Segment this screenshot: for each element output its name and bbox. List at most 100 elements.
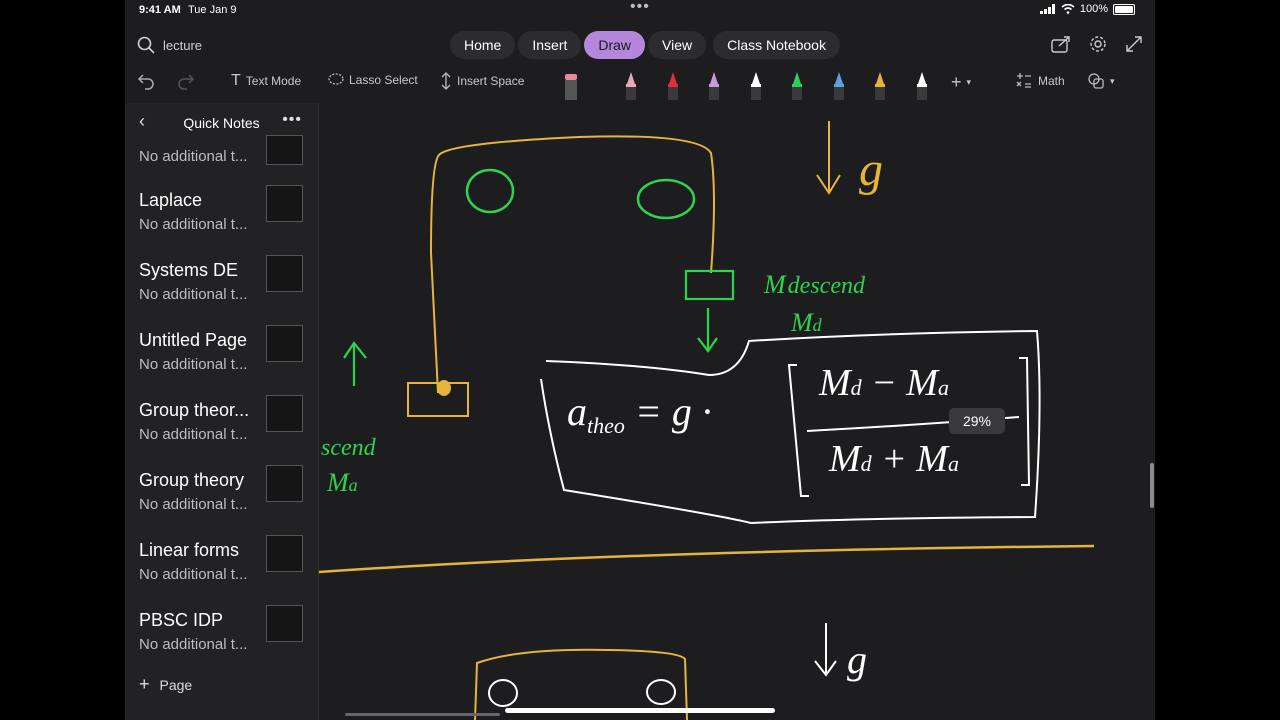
equation-numerator: Md − Ma	[818, 362, 949, 404]
page-thumbnail	[266, 325, 303, 362]
status-time: 9:41 AM	[139, 4, 181, 16]
pulley-wheel-right	[636, 178, 696, 220]
md-label: Md	[790, 308, 823, 337]
page-item-group-theor[interactable]: Group theor... No additional t...	[125, 395, 318, 470]
page-thumbnail	[266, 465, 303, 502]
eraser-icon[interactable]	[564, 70, 578, 100]
page-title: Untitled Page	[139, 330, 248, 350]
pulley-wheel-left	[465, 168, 515, 214]
pen-6-icon[interactable]	[832, 70, 846, 100]
pen-3-icon[interactable]	[707, 70, 721, 100]
ipad-screen: 9:41 AM Tue Jan 9 ••• 100% lecture Home …	[125, 0, 1155, 720]
page-item-systems-de[interactable]: Systems DE No additional t...	[125, 255, 318, 330]
draw-toolbar: T Text Mode Lasso Select Insert Space + …	[125, 64, 1155, 102]
equation-lhs: atheo = g ·	[567, 389, 712, 438]
page-subtitle: No additional t...	[139, 356, 248, 373]
pulley-wheel-bottom-right	[646, 679, 676, 705]
ink-canvas[interactable]: g Mdescend Md scend Ma atheo = g · Md − …	[319, 103, 1155, 720]
page-thumbnail	[266, 605, 303, 642]
ascend-label: scend	[321, 435, 377, 461]
page-title: Laplace	[139, 190, 203, 210]
page-thumbnail	[266, 135, 303, 165]
plus-icon: +	[951, 72, 962, 92]
multitask-dots-icon[interactable]: •••	[630, 0, 650, 16]
up-arrow-green	[343, 341, 367, 386]
shapes-icon	[1088, 73, 1104, 89]
chevron-down-icon: ▾	[1110, 75, 1115, 86]
pulley-wheel-bottom-left	[488, 679, 518, 707]
plus-icon: +	[139, 674, 150, 694]
pen-2-icon[interactable]	[666, 70, 680, 100]
math-button[interactable]: Math	[1015, 72, 1065, 90]
pen-1-icon[interactable]	[624, 70, 638, 100]
vertical-scrollbar[interactable]	[1150, 463, 1154, 508]
page-title: Linear forms	[139, 540, 240, 560]
text-mode-icon: T	[231, 72, 241, 89]
tab-view[interactable]: View	[648, 31, 707, 59]
expand-icon[interactable]	[1125, 35, 1143, 53]
share-icon[interactable]	[1051, 35, 1071, 53]
gravity-arrow-top	[816, 121, 841, 195]
page-thumbnail	[266, 395, 303, 432]
shapes-button[interactable]: ▾	[1087, 72, 1115, 90]
pen-8-icon[interactable]	[915, 70, 929, 100]
pen-5-icon[interactable]	[790, 70, 804, 100]
add-page-button[interactable]: + Page	[139, 674, 192, 695]
lasso-select-label: Lasso Select	[349, 73, 418, 87]
cellular-icon	[1039, 4, 1055, 14]
pen-4-icon[interactable]	[749, 70, 763, 100]
lasso-icon	[328, 73, 344, 85]
top-bar: lecture Home Insert Draw View Class Note…	[125, 28, 1155, 62]
text-mode-button[interactable]: T Text Mode	[231, 72, 301, 90]
page-subtitle: No additional t...	[139, 148, 248, 165]
page-subtitle: No additional t...	[139, 566, 248, 583]
add-page-label: Page	[159, 676, 193, 693]
horizontal-scrollbar[interactable]	[345, 713, 500, 716]
add-pen-button[interactable]: + ▾	[951, 72, 971, 93]
page-item-linear-forms[interactable]: Linear forms No additional t...	[125, 535, 318, 610]
page-subtitle: No additional t...	[139, 636, 248, 653]
search-icon	[137, 36, 155, 54]
home-indicator[interactable]	[505, 708, 775, 713]
gravity-label-top: g	[859, 143, 883, 196]
descending-mass-box	[684, 269, 735, 301]
equation-denominator: Md + Ma	[828, 438, 959, 480]
search-field[interactable]: lecture	[137, 36, 202, 54]
math-label: Math	[1038, 74, 1065, 88]
math-icon	[1016, 73, 1031, 88]
battery-icon	[1113, 3, 1135, 15]
page-thumbnail	[266, 255, 303, 292]
insert-space-button[interactable]: Insert Space	[440, 72, 524, 90]
insert-space-label: Insert Space	[457, 74, 525, 88]
more-icon[interactable]: •••	[282, 111, 302, 129]
tab-insert[interactable]: Insert	[518, 31, 582, 59]
page-thumbnail	[266, 535, 303, 572]
page-subtitle: No additional t...	[139, 286, 248, 303]
page-item-pbsc-idp[interactable]: PBSC IDP No additional t...	[125, 605, 318, 680]
gravity-label-bottom: g	[847, 637, 867, 682]
redo-icon[interactable]	[177, 72, 195, 90]
page-item-laplace[interactable]: Laplace No additional t...	[125, 185, 318, 260]
page-subtitle: No additional t...	[139, 496, 248, 513]
undo-icon[interactable]	[137, 72, 155, 90]
wifi-icon	[1061, 4, 1075, 14]
page-subtitle: No additional t...	[139, 216, 248, 233]
gravity-arrow-bottom	[814, 623, 837, 677]
tab-class-notebook[interactable]: Class Notebook	[713, 31, 840, 59]
down-arrow-mass	[697, 308, 718, 353]
gear-icon[interactable]	[1089, 35, 1107, 53]
page-item-untitled[interactable]: Untitled Page No additional t...	[125, 325, 318, 400]
m-descend-label: Mdescend	[763, 270, 866, 299]
page-item-group-theory[interactable]: Group theory No additional t...	[125, 465, 318, 540]
tab-home[interactable]: Home	[450, 31, 516, 59]
page-subtitle: No additional t...	[139, 426, 248, 443]
pen-7-icon[interactable]	[873, 70, 887, 100]
insert-space-icon	[441, 72, 451, 90]
battery-percent: 100%	[1079, 3, 1108, 15]
zoom-indicator: 29%	[949, 408, 1005, 434]
tab-draw[interactable]: Draw	[584, 31, 646, 59]
page-list-sidebar: ‹ Quick Notes ••• No additional t... Lap…	[125, 103, 319, 720]
divider-line	[319, 544, 1095, 574]
lasso-select-button[interactable]: Lasso Select	[328, 72, 418, 88]
page-thumbnail	[266, 185, 303, 222]
